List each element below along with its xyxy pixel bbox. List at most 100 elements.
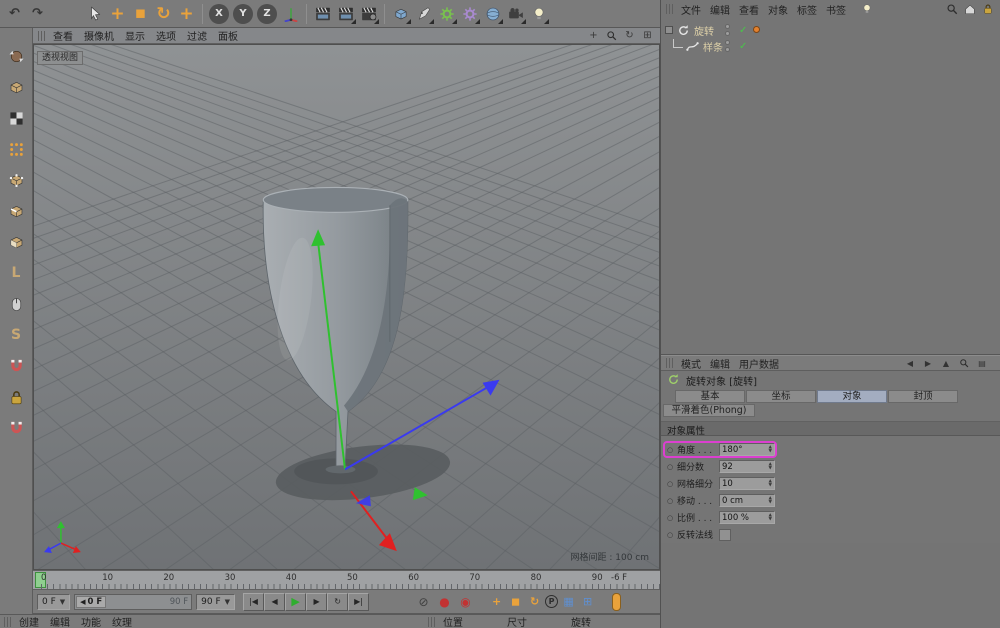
magnet-snap-icon[interactable] [4, 354, 28, 378]
texture-mode-icon[interactable] [4, 106, 28, 130]
play-button[interactable]: ▶ [285, 593, 306, 611]
vp-menu-filter[interactable]: 过滤 [187, 32, 207, 43]
mat-menu-create[interactable]: 创建 [19, 614, 39, 628]
y-axis-lock-icon[interactable]: Y [233, 4, 253, 24]
pan-view-icon[interactable]: + [586, 29, 601, 43]
record-options-button[interactable]: ◉ [457, 593, 474, 610]
snap-toggle-icon[interactable]: S [4, 323, 28, 347]
next-frame-button[interactable]: ▶ [306, 593, 327, 611]
am-menu-user-data[interactable]: 用户数据 [739, 360, 779, 371]
toggle-view-icon[interactable]: ⊞ [640, 29, 655, 43]
tab-basic[interactable]: 基本 [675, 390, 745, 403]
flip-normals-checkbox[interactable] [719, 529, 731, 541]
spin-down-icon[interactable]: ▼ [769, 467, 772, 471]
z-axis-lock-icon[interactable]: Z [257, 4, 277, 24]
spinner-icon[interactable]: ▲▼ [769, 463, 772, 470]
om-menu-edit[interactable]: 编辑 [710, 6, 730, 17]
keyframe-circle-icon[interactable]: ○ [667, 463, 677, 471]
x-axis-lock-icon[interactable]: X [209, 4, 229, 24]
render-visibility-dot-icon[interactable] [725, 31, 730, 36]
lock-icon[interactable] [981, 3, 994, 16]
spin-down-icon[interactable]: ▼ [769, 501, 772, 505]
quantize-snap-icon[interactable] [4, 416, 28, 440]
spinner-icon[interactable]: ▲▼ [769, 480, 772, 487]
panel-grip-icon[interactable] [428, 617, 435, 627]
enabled-check-icon[interactable]: ✓ [739, 41, 747, 52]
scale-tool-icon[interactable]: ◼ [129, 2, 152, 25]
keyframe-circle-icon[interactable]: ○ [667, 480, 677, 488]
panel-grip-icon[interactable] [4, 617, 11, 627]
object-manager-tree[interactable]: 旋转✓样条 ✓ [661, 18, 1000, 355]
add-camera-icon[interactable] [504, 2, 527, 25]
last-used-tool-icon[interactable]: + [175, 2, 198, 25]
history-back-icon[interactable]: ◀ [904, 357, 916, 369]
spin-down-icon[interactable]: ▼ [769, 450, 772, 454]
home-icon[interactable] [963, 3, 976, 16]
om-menu-bookmarks[interactable]: 书签 [826, 6, 846, 17]
object-label[interactable]: 样条 [703, 39, 723, 54]
viewport-visibility-dot-icon[interactable] [725, 24, 730, 29]
tag-dot-icon[interactable] [753, 26, 760, 33]
spinner-icon[interactable]: ▲▼ [769, 514, 772, 521]
pin-icon[interactable]: ▲ [940, 357, 952, 369]
record-pla-icon[interactable]: ▦ [560, 593, 577, 610]
perspective-viewport[interactable]: 透视视图 网格间距 : 100 cm [33, 44, 660, 570]
vp-menu-cameras[interactable]: 摄像机 [84, 32, 114, 43]
add-light-icon[interactable] [527, 2, 550, 25]
redo-icon[interactable]: ↷ [26, 2, 49, 25]
coord-header-rotation[interactable]: 旋转 [571, 614, 591, 628]
render-settings-icon[interactable] [357, 2, 380, 25]
angle-field[interactable]: 180°▲▼ [719, 443, 775, 456]
spin-down-icon[interactable]: ▼ [769, 518, 772, 522]
tab-caps[interactable]: 封顶 [888, 390, 958, 403]
rotate-view-icon[interactable]: ↻ [622, 29, 637, 43]
vp-menu-panel[interactable]: 面板 [218, 32, 238, 43]
tab-phong[interactable]: 平滑着色(Phong) [663, 404, 755, 417]
coord-header-size[interactable]: 尺寸 [507, 614, 527, 628]
model-mode-icon[interactable] [4, 75, 28, 99]
edges-mode-icon[interactable] [4, 199, 28, 223]
timeline-ruler[interactable]: 0102030405060708090 -6 F [33, 570, 660, 590]
panel-grip-icon[interactable] [666, 358, 673, 368]
record-parameter-icon[interactable]: P [545, 595, 558, 608]
keyframe-circle-icon[interactable]: ○ [667, 446, 677, 454]
object-row[interactable]: 旋转✓ [661, 22, 1000, 38]
enable-axis-icon[interactable]: L [4, 261, 28, 285]
points-mode-icon[interactable] [4, 168, 28, 192]
render-visibility-dot-icon[interactable] [725, 47, 730, 52]
keyframe-selection-icon[interactable]: ⊞ [579, 593, 596, 610]
iso-subdivision-field[interactable]: 10▲▼ [719, 477, 775, 490]
timeline-range-slider[interactable]: ◀0 F 90 F [74, 594, 192, 610]
search-icon[interactable] [958, 357, 970, 369]
live-selection-icon[interactable] [83, 2, 106, 25]
om-menu-view[interactable]: 查看 [739, 6, 759, 17]
material-pill-icon[interactable] [612, 593, 621, 611]
record-position-icon[interactable]: + [488, 593, 505, 610]
zoom-view-icon[interactable] [604, 29, 619, 43]
record-keyframe-button[interactable]: ⊘ [415, 593, 432, 610]
expand-toggle-icon[interactable] [665, 26, 673, 34]
end-frame-field[interactable]: 90 F ▼ [196, 594, 235, 610]
workplane-lock-icon[interactable] [4, 385, 28, 409]
texture-axis-mode-icon[interactable] [4, 137, 28, 161]
add-spline-icon[interactable] [412, 2, 435, 25]
keyframe-circle-icon[interactable]: ○ [667, 531, 677, 539]
polygons-mode-icon[interactable] [4, 230, 28, 254]
panel-grip-icon[interactable] [666, 4, 673, 14]
spinner-icon[interactable]: ▲▼ [769, 446, 772, 453]
subdivision-field[interactable]: 92▲▼ [719, 460, 775, 473]
mat-menu-function[interactable]: 功能 [81, 614, 101, 628]
movement-field[interactable]: 0 cm▲▼ [719, 494, 775, 507]
enabled-check-icon[interactable]: ✓ [739, 25, 747, 36]
render-view-icon[interactable] [311, 2, 334, 25]
panel-grip-icon[interactable] [38, 31, 45, 41]
goto-start-button[interactable]: |◀ [243, 593, 264, 611]
tab-object[interactable]: 对象 [817, 390, 887, 403]
spinner-icon[interactable]: ▲▼ [769, 497, 772, 504]
vp-menu-view[interactable]: 查看 [53, 32, 73, 43]
current-frame-field[interactable]: 0 F ▼ [37, 594, 70, 610]
view-label[interactable]: 透视视图 [37, 51, 83, 65]
range-start-handle[interactable]: ◀0 F [76, 596, 106, 608]
record-scale-icon[interactable]: ◼ [507, 593, 524, 610]
coord-header-position[interactable]: 位置 [443, 614, 463, 628]
